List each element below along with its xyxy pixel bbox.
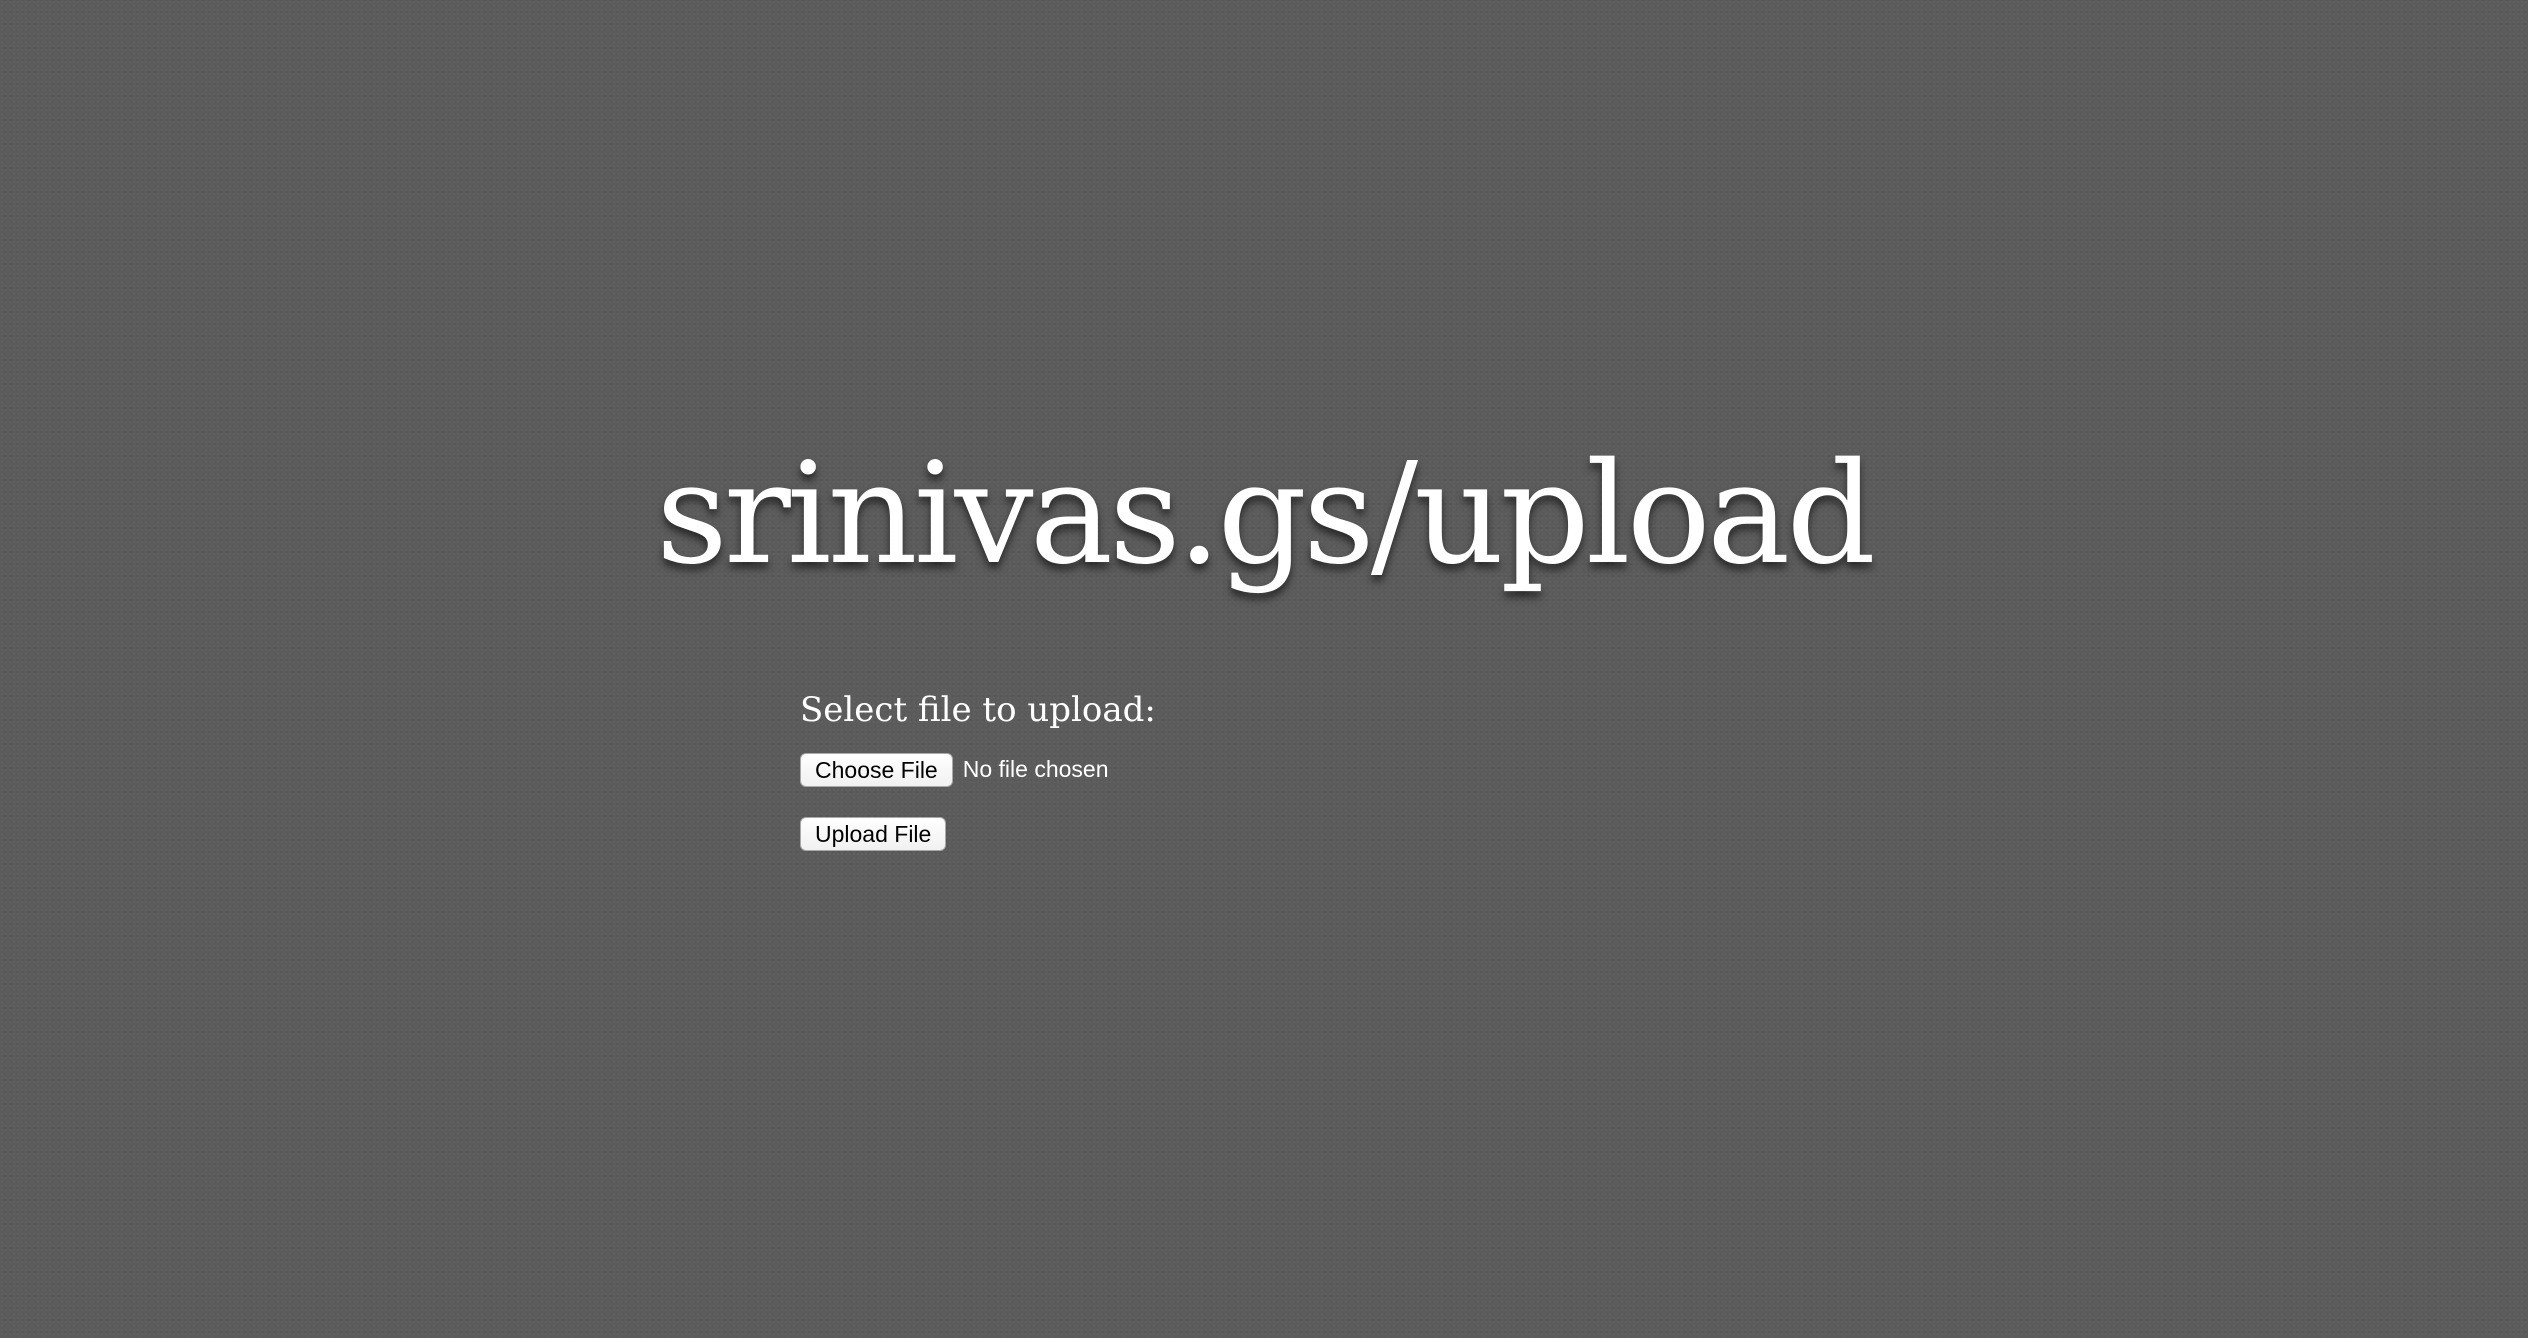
upload-form: Select file to upload: Choose File No fi… — [800, 690, 1700, 851]
page-title: srinivas.gs/upload — [656, 433, 1876, 596]
file-input: Choose File No file chosen — [800, 752, 1700, 787]
select-file-label: Select file to upload: — [800, 690, 1156, 730]
upload-file-button[interactable]: Upload File — [800, 816, 947, 851]
page: srinivas.gs/upload Select file to upload… — [0, 0, 2528, 1338]
choose-file-button[interactable]: Choose File — [800, 752, 953, 787]
file-status-text: No file chosen — [962, 756, 1109, 783]
